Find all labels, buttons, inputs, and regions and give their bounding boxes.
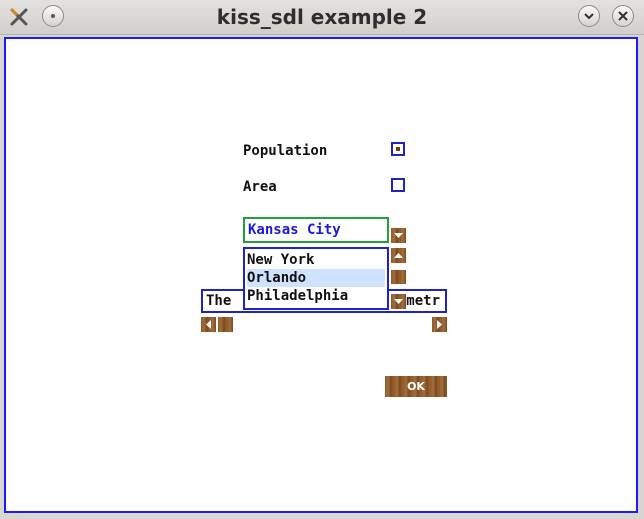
minimize-icon[interactable] [578, 5, 600, 27]
scroll-down-icon[interactable] [391, 294, 406, 309]
scroll-up-icon[interactable] [391, 248, 406, 263]
list-item-selected[interactable]: Orlando [247, 269, 385, 287]
scroll-left-icon[interactable] [201, 317, 216, 332]
window-title: kiss_sdl example 2 [216, 5, 428, 29]
city-dropdown-list[interactable]: New York Orlando Philadelphia [243, 247, 389, 310]
population-label: Population [243, 143, 328, 159]
population-checkbox[interactable] [391, 142, 405, 156]
vertical-scroll-thumb[interactable] [391, 270, 406, 284]
dropdown-arrow-icon[interactable] [391, 228, 406, 243]
scroll-right-icon[interactable] [432, 317, 447, 332]
list-item[interactable]: New York [247, 251, 314, 269]
title-bar: kiss_sdl example 2 [0, 0, 644, 35]
combo-value: Kansas City [248, 222, 341, 238]
city-combo-entry[interactable]: Kansas City [243, 217, 389, 243]
checkbox-mark [396, 147, 400, 151]
horizontal-scroll-thumb[interactable] [218, 317, 233, 332]
textbox-left-text: The [206, 293, 232, 309]
list-item[interactable]: Philadelphia [247, 287, 348, 305]
area-label: Area [243, 179, 277, 195]
ok-button[interactable]: OK [385, 376, 447, 397]
area-checkbox[interactable] [391, 178, 405, 192]
close-icon[interactable] [612, 5, 634, 27]
textbox-right-text: metr [406, 293, 440, 309]
